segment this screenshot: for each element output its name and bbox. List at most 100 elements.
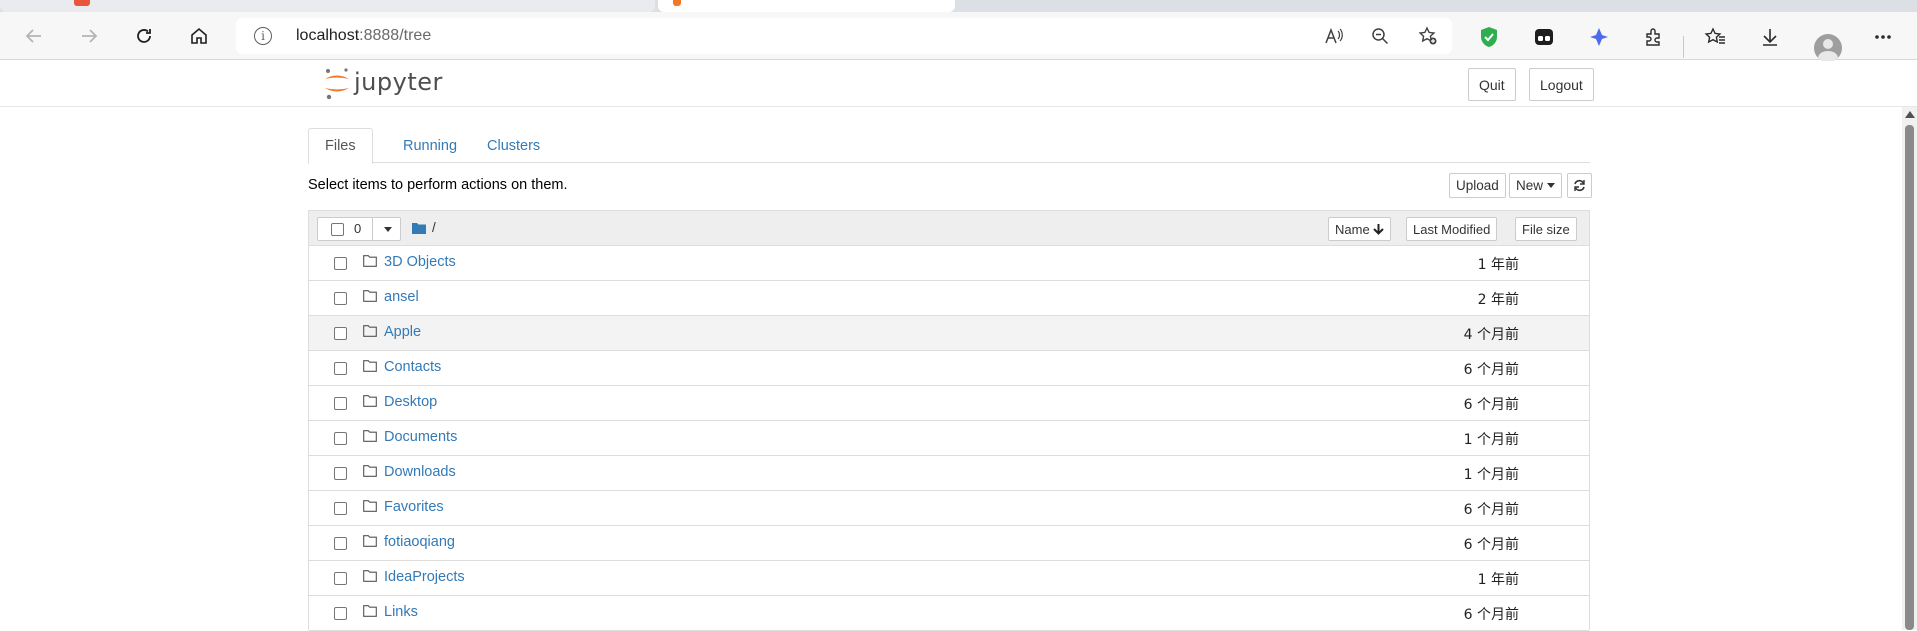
browser-tab-2[interactable] — [658, 0, 955, 12]
file-name-link[interactable]: 3D Objects — [384, 254, 456, 270]
file-row[interactable]: Links 6 个月前 — [309, 596, 1589, 631]
row-checkbox[interactable] — [334, 432, 347, 445]
file-row[interactable]: Documents 1 个月前 — [309, 421, 1589, 456]
last-modified: 6 个月前 — [1463, 362, 1519, 378]
forward-arrow-icon — [82, 29, 98, 43]
back-button[interactable] — [18, 20, 50, 52]
folder-icon — [363, 500, 377, 515]
last-modified: 6 个月前 — [1463, 607, 1519, 623]
row-checkbox[interactable] — [334, 607, 347, 620]
last-modified: 1 年前 — [1477, 257, 1519, 273]
sort-size-button[interactable]: File size — [1515, 217, 1577, 241]
upload-button[interactable]: Upload — [1449, 173, 1506, 198]
last-modified: 4 个月前 — [1463, 327, 1519, 343]
file-row[interactable]: Favorites 6 个月前 — [309, 491, 1589, 526]
tab-files[interactable]: Files — [308, 128, 373, 164]
refresh-icon — [1574, 179, 1585, 192]
file-name-link[interactable]: fotiaoqiang — [384, 534, 455, 550]
scroll-up-arrow[interactable] — [1905, 111, 1915, 118]
last-modified: 1 个月前 — [1463, 432, 1519, 448]
extensions-puzzle-icon[interactable] — [1641, 24, 1667, 50]
sort-modified-button[interactable]: Last Modified — [1406, 217, 1498, 241]
folder-icon — [363, 535, 377, 550]
profile-avatar[interactable] — [1814, 34, 1842, 62]
select-all-checkbox[interactable] — [331, 223, 344, 236]
file-name-link[interactable]: Documents — [384, 429, 457, 445]
row-checkbox[interactable] — [334, 362, 347, 375]
page-scrollbar[interactable] — [1902, 107, 1917, 630]
jupyter-header: jupyter Quit Logout — [0, 61, 1917, 107]
extension-dark-icon[interactable] — [1531, 24, 1557, 50]
quit-button[interactable]: Quit — [1468, 68, 1516, 101]
file-row[interactable]: Contacts 6 个月前 — [309, 351, 1589, 386]
breadcrumb-root[interactable]: / — [432, 220, 436, 235]
arrow-down-icon — [1372, 224, 1384, 235]
browser-tab-1[interactable] — [0, 0, 655, 12]
select-menu-caret-icon[interactable] — [384, 227, 392, 232]
row-checkbox[interactable] — [334, 327, 347, 340]
scroll-thumb[interactable] — [1905, 125, 1914, 630]
file-name-link[interactable]: ansel — [384, 289, 419, 305]
new-dropdown-button[interactable]: New — [1509, 173, 1563, 198]
zoom-out-icon[interactable] — [1368, 24, 1392, 48]
folder-icon — [363, 395, 377, 410]
forward-button[interactable] — [73, 20, 105, 52]
downloads-icon[interactable] — [1757, 24, 1783, 50]
more-menu-icon[interactable] — [1870, 24, 1896, 50]
row-checkbox[interactable] — [334, 537, 347, 550]
folder-icon — [363, 465, 377, 480]
read-aloud-icon[interactable] — [1322, 24, 1346, 48]
url-host: localhost — [296, 27, 360, 44]
home-button[interactable] — [183, 20, 215, 52]
row-checkbox[interactable] — [334, 257, 347, 270]
row-checkbox[interactable] — [334, 397, 347, 410]
folder-solid-icon — [412, 222, 426, 234]
file-name-link[interactable]: Desktop — [384, 394, 437, 410]
tab-running[interactable]: Running — [387, 128, 473, 163]
breadcrumb[interactable]: / — [412, 220, 436, 235]
toolbar-separator — [1683, 36, 1684, 58]
tab-favicon — [74, 0, 90, 6]
file-list-header: 0 / Name Last Modified File size — [309, 211, 1589, 246]
file-name-link[interactable]: Apple — [384, 324, 421, 340]
new-label: New — [1516, 178, 1544, 193]
file-row[interactable]: IdeaProjects 1 年前 — [309, 561, 1589, 596]
adblock-shield-icon[interactable] — [1476, 24, 1502, 50]
file-row[interactable]: fotiaoqiang 6 个月前 — [309, 526, 1589, 561]
caret-down-icon — [1547, 183, 1556, 188]
extension-star-icon[interactable] — [1586, 24, 1612, 50]
row-checkbox[interactable] — [334, 467, 347, 480]
favorites-icon[interactable] — [1702, 24, 1728, 50]
file-row[interactable]: ansel 2 年前 — [309, 281, 1589, 316]
selection-hint: Select items to perform actions on them. — [308, 177, 568, 193]
row-checkbox[interactable] — [334, 572, 347, 585]
logout-button[interactable]: Logout — [1529, 68, 1594, 101]
last-modified: 2 年前 — [1477, 292, 1519, 308]
row-checkbox[interactable] — [334, 292, 347, 305]
jupyter-tab-favicon — [673, 0, 681, 6]
file-row[interactable]: 3D Objects 1 年前 — [309, 246, 1589, 281]
add-favorite-icon[interactable] — [1416, 24, 1440, 48]
file-name-link[interactable]: Links — [384, 604, 418, 620]
select-all-group[interactable]: 0 — [317, 217, 401, 241]
refresh-list-button[interactable] — [1567, 173, 1592, 198]
file-name-link[interactable]: Contacts — [384, 359, 441, 375]
file-row[interactable]: Apple 4 个月前 — [309, 316, 1589, 351]
file-name-link[interactable]: Favorites — [384, 499, 444, 515]
file-name-link[interactable]: Downloads — [384, 464, 456, 480]
file-name-link[interactable]: IdeaProjects — [384, 569, 465, 585]
file-row[interactable]: Desktop 6 个月前 — [309, 386, 1589, 421]
address-bar[interactable]: i localhost:8888/tree — [236, 18, 1452, 54]
sort-name-button[interactable]: Name — [1328, 217, 1391, 241]
selected-count: 0 — [354, 221, 362, 236]
last-modified: 6 个月前 — [1463, 397, 1519, 413]
jupyter-logo[interactable]: jupyter — [322, 66, 452, 100]
row-checkbox[interactable] — [334, 502, 347, 515]
url-text[interactable]: localhost:8888/tree — [296, 27, 431, 45]
site-info-icon[interactable]: i — [254, 27, 272, 45]
refresh-button[interactable] — [128, 20, 160, 52]
file-row[interactable]: Downloads 1 个月前 — [309, 456, 1589, 491]
upload-label: Upload — [1456, 178, 1499, 193]
refresh-icon — [137, 29, 151, 43]
tab-clusters[interactable]: Clusters — [471, 128, 556, 163]
